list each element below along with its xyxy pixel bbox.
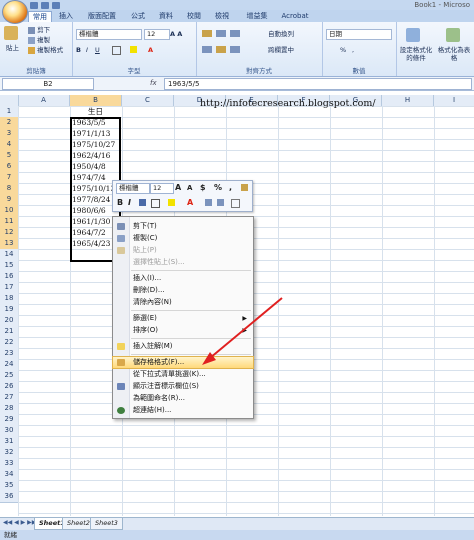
annotation-arrow — [202, 297, 283, 365]
sheet-tab-bar: ◀◀ ◀ ▶ ▶▶ Sheet1 Sheet2 Sheet3 — [0, 517, 474, 530]
status-bar: 就緒 — [0, 530, 474, 540]
office-button[interactable] — [2, 0, 28, 24]
sheet-tab-3[interactable]: Sheet3 — [90, 518, 123, 530]
arrow-shaft — [209, 297, 283, 359]
sheet-nav-arrows-icon[interactable]: ◀◀ ◀ ▶ ▶▶ — [3, 519, 36, 526]
